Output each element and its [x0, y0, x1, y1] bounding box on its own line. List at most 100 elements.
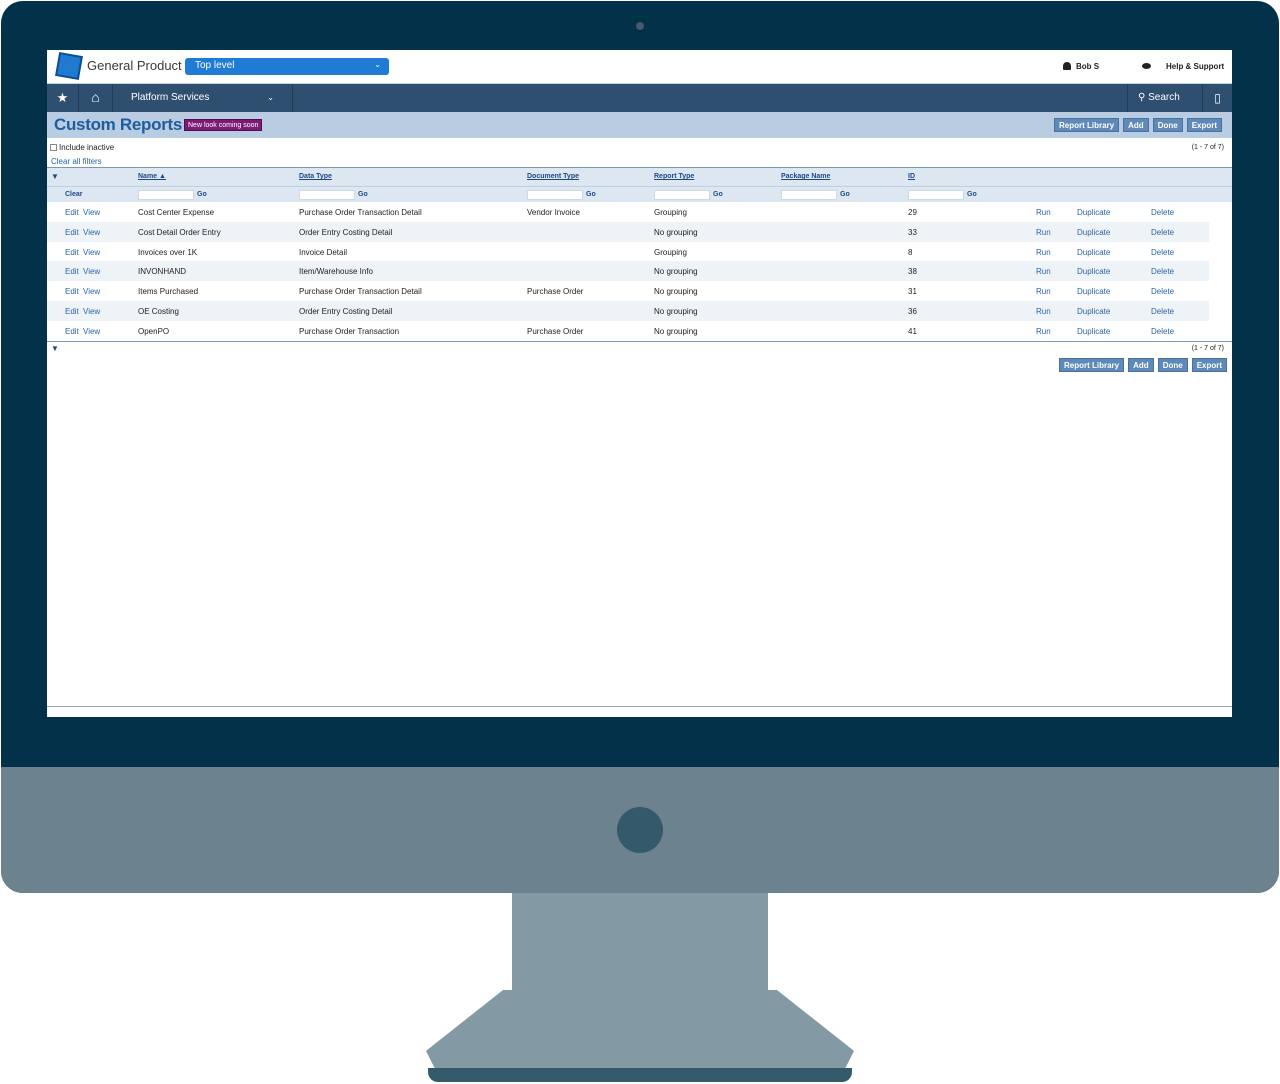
edit-link[interactable]: Edit — [65, 228, 79, 237]
include-inactive-checkbox[interactable]: Include inactive — [50, 143, 114, 152]
duplicate-link[interactable]: Duplicate — [1077, 307, 1110, 316]
column-header-name[interactable]: Name ▲ — [138, 173, 166, 180]
user-name: Bob S — [1076, 62, 1100, 71]
cell-name: OpenPO — [138, 326, 170, 336]
view-link[interactable]: View — [83, 287, 100, 296]
user-menu[interactable]: Bob S — [1063, 62, 1099, 71]
go-button-document-type[interactable]: Go — [586, 191, 596, 198]
run-link[interactable]: Run — [1036, 307, 1051, 316]
filter-input-package-name[interactable] — [781, 190, 837, 200]
home-button[interactable]: ⌂ — [79, 84, 113, 112]
bottom-button-group: Report Library Add Done Export — [1059, 358, 1228, 372]
expand-triangle-icon[interactable]: ▼ — [51, 172, 59, 181]
delete-link[interactable]: Delete — [1151, 287, 1174, 296]
column-header-report-type[interactable]: Report Type — [654, 173, 694, 180]
delete-link[interactable]: Delete — [1151, 228, 1174, 237]
table-row[interactable]: Edit View Cost Detail Order Entry Order Ent… — [47, 221, 1209, 242]
clear-filter-link[interactable]: Clear — [65, 191, 83, 198]
bookmark-button[interactable]: ▯ — [1202, 84, 1232, 112]
include-inactive-label: Include inactive — [59, 143, 115, 152]
delete-link[interactable]: Delete — [1151, 307, 1174, 316]
filter-input-id[interactable] — [908, 190, 964, 200]
duplicate-link[interactable]: Duplicate — [1077, 267, 1110, 276]
done-button[interactable]: Done — [1152, 118, 1183, 132]
view-link[interactable]: View — [83, 307, 100, 316]
clear-all-filters-link[interactable]: Clear all filters — [51, 157, 102, 166]
go-button-package-name[interactable]: Go — [840, 191, 850, 198]
expand-triangle-icon[interactable]: ▼ — [51, 344, 59, 353]
level-select[interactable]: Top level ⌄ — [185, 58, 389, 75]
edit-link[interactable]: Edit — [65, 327, 79, 336]
filter-input-data-type[interactable] — [299, 190, 355, 200]
table-row[interactable]: Edit View OpenPO Purchase Order Transaction… — [47, 321, 1209, 341]
filter-input-report-type[interactable] — [654, 190, 710, 200]
view-link[interactable]: View — [83, 248, 100, 257]
delete-link[interactable]: Delete — [1151, 248, 1174, 257]
product-name: General Product — [87, 58, 182, 73]
table-row[interactable]: Edit View Invoices over 1K Invoice Detail Gr… — [47, 242, 1209, 262]
duplicate-link[interactable]: Duplicate — [1077, 208, 1110, 217]
search-button[interactable]: ⚲ Search — [1127, 84, 1202, 112]
add-button[interactable]: Add — [1123, 118, 1149, 132]
run-link[interactable]: Run — [1036, 228, 1051, 237]
table-row[interactable]: Edit View INVONHAND Item/Warehouse Info No g… — [47, 261, 1209, 282]
cell-document-type: Purchase Order — [527, 287, 584, 297]
delete-link[interactable]: Delete — [1151, 208, 1174, 217]
edit-link[interactable]: Edit — [65, 307, 79, 316]
help-support-link[interactable]: Help & Support — [1142, 62, 1224, 71]
add-button-bottom[interactable]: Add — [1128, 358, 1154, 372]
new-look-badge[interactable]: New look coming soon — [184, 119, 263, 131]
cell-name: Cost Detail Order Entry — [138, 227, 221, 237]
cell-document-type: Purchase Order — [527, 326, 584, 336]
top-bar: General Product Top level ⌄ Bob S Help &… — [47, 50, 1232, 84]
run-link[interactable]: Run — [1036, 208, 1051, 217]
go-button-id[interactable]: Go — [967, 191, 977, 198]
go-button-report-type[interactable]: Go — [713, 191, 723, 198]
duplicate-link[interactable]: Duplicate — [1077, 287, 1110, 296]
run-link[interactable]: Run — [1036, 267, 1051, 276]
view-link[interactable]: View — [83, 327, 100, 336]
checkbox-box[interactable] — [50, 144, 57, 151]
export-button-bottom[interactable]: Export — [1191, 358, 1228, 372]
edit-link[interactable]: Edit — [65, 208, 79, 217]
column-header-id[interactable]: ID — [908, 173, 915, 180]
duplicate-link[interactable]: Duplicate — [1077, 248, 1110, 257]
monitor-stand-neck — [512, 893, 768, 991]
export-button[interactable]: Export — [1186, 118, 1223, 132]
edit-link[interactable]: Edit — [65, 267, 79, 276]
search-label: Search — [1148, 92, 1180, 103]
table-row[interactable]: Edit View Items Purchased Purchase Order Tr… — [47, 281, 1209, 301]
delete-link[interactable]: Delete — [1151, 267, 1174, 276]
report-library-button[interactable]: Report Library — [1054, 118, 1120, 132]
table-row[interactable]: Edit View Cost Center Expense Purchase Orde… — [47, 202, 1209, 222]
home-icon: ⌂ — [91, 89, 100, 105]
filter-input-document-type[interactable] — [527, 190, 583, 200]
edit-link[interactable]: Edit — [65, 248, 79, 257]
run-link[interactable]: Run — [1036, 248, 1051, 257]
edit-link[interactable]: Edit — [65, 287, 79, 296]
column-header-package-name[interactable]: Package Name — [781, 173, 830, 180]
report-library-button-bottom[interactable]: Report Library — [1059, 358, 1125, 372]
table-row[interactable]: Edit View OE Costing Order Entry Costing De… — [47, 301, 1209, 321]
product-logo[interactable] — [55, 52, 83, 80]
level-select-value: Top level — [195, 60, 235, 71]
favorites-button[interactable]: ★ — [47, 84, 79, 112]
filter-input-name[interactable] — [138, 190, 194, 200]
view-link[interactable]: View — [83, 208, 100, 217]
duplicate-link[interactable]: Duplicate — [1077, 228, 1110, 237]
run-link[interactable]: Run — [1036, 287, 1051, 296]
cell-name: Invoices over 1K — [138, 247, 198, 257]
duplicate-link[interactable]: Duplicate — [1077, 327, 1110, 336]
view-link[interactable]: View — [83, 228, 100, 237]
top-button-group: Report Library Add Done Export — [1054, 118, 1223, 132]
column-header-data-type[interactable]: Data Type — [299, 173, 332, 180]
view-link[interactable]: View — [83, 267, 100, 276]
column-header-document-type[interactable]: Document Type — [527, 173, 579, 180]
run-link[interactable]: Run — [1036, 327, 1051, 336]
go-button-name[interactable]: Go — [197, 191, 207, 198]
done-button-bottom[interactable]: Done — [1157, 358, 1188, 372]
delete-link[interactable]: Delete — [1151, 327, 1174, 336]
go-button-data-type[interactable]: Go — [358, 191, 368, 198]
platform-services-menu[interactable]: Platform Services ⌄ — [113, 84, 293, 112]
cell-id: 38 — [908, 267, 917, 277]
